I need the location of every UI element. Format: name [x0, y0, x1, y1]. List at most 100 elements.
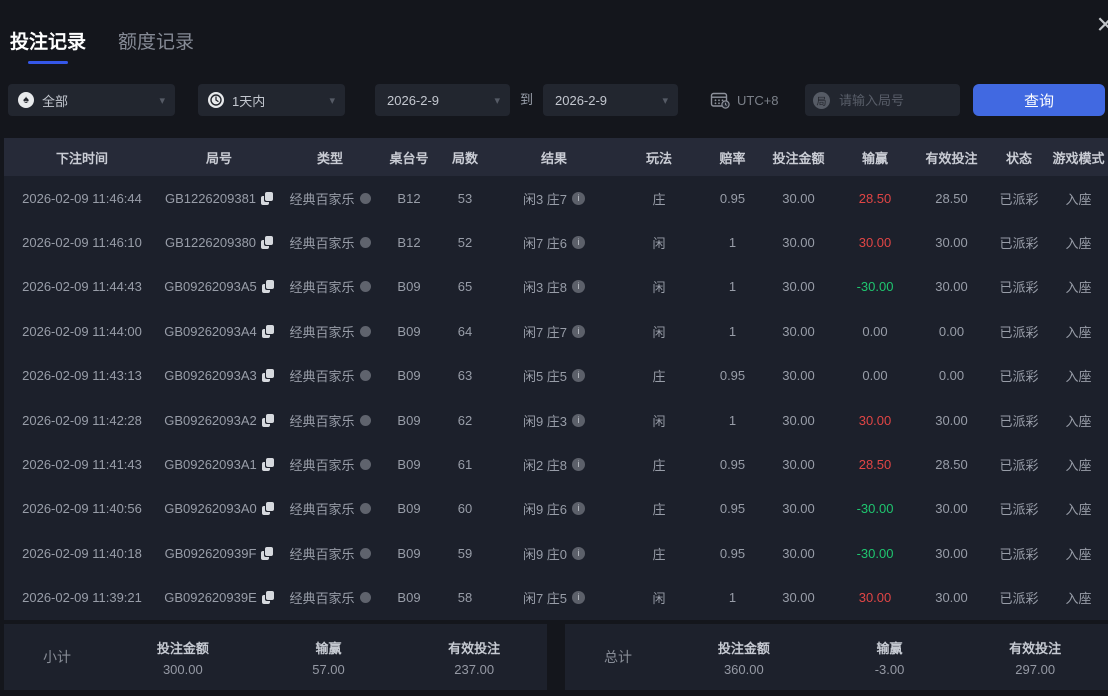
cell-odds: 0.95 — [719, 368, 746, 384]
tab-quota-records-label: 额度记录 — [118, 32, 195, 53]
copy-icon[interactable] — [261, 458, 274, 472]
cell-odds: 1 — [728, 590, 737, 606]
tab-bar: 投注记录 额度记录 — [10, 27, 194, 64]
cell-round_no: 52 — [457, 235, 473, 251]
column-header: 类型 — [316, 150, 343, 166]
info-icon[interactable]: i — [572, 369, 586, 383]
copy-icon[interactable] — [261, 280, 274, 294]
copy-icon[interactable] — [261, 236, 274, 250]
cell-valid: 28.50 — [935, 457, 968, 473]
cell-round_id: GB09262093A1 — [160, 457, 278, 472]
subtotal-box: 小计 投注金额 300.00 输赢 57.00 有效投注 237.00 — [4, 624, 547, 690]
date-from-select[interactable]: 2026-2-9 ▾ — [375, 84, 510, 116]
cell-time: 2026-02-09 11:42:28 — [22, 412, 142, 428]
cell-round_no: 58 — [457, 590, 473, 606]
game-type-dot-icon — [359, 547, 371, 559]
cell-result: 闲9 庄0 i — [494, 544, 614, 563]
info-icon[interactable]: i — [572, 236, 586, 250]
chevron-down-icon: ▾ — [494, 94, 500, 107]
cell-odds: 1 — [728, 235, 737, 251]
cell-round_no: 53 — [457, 190, 473, 206]
total-win: 输赢 -3.00 — [874, 640, 905, 677]
cell-mode: 入座 — [1065, 191, 1092, 207]
table-row: 2026-02-09 11:46:44 GB1226209381 经典百家乐 B12 5… — [4, 176, 1108, 220]
cell-type: 经典百家乐 — [278, 499, 382, 518]
query-button[interactable]: 查询 — [973, 84, 1105, 116]
cell-status: 已派彩 — [999, 591, 1039, 607]
cell-round_id: GB09262093A0 — [160, 501, 278, 516]
copy-icon[interactable] — [261, 591, 274, 605]
table-row: 2026-02-09 11:39:21 GB092620939E 经典百家乐 B09 5… — [4, 576, 1108, 620]
info-icon[interactable]: i — [572, 591, 586, 605]
table-row: 2026-02-09 11:42:28 GB09262093A2 经典百家乐 B09 6… — [4, 398, 1108, 442]
calendar-clock-icon[interactable] — [710, 91, 730, 109]
filter-bar: ♠ 全部 ▾ 1天内 ▾ 2026-2-9 ▾ 到 2026-2-9 ▾ UTC… — [0, 84, 1108, 116]
table-row: 2026-02-09 11:41:43 GB09262093A1 经典百家乐 B09 6… — [4, 442, 1108, 486]
copy-icon[interactable] — [261, 413, 274, 427]
cell-odds: 0.95 — [719, 457, 746, 473]
copy-icon[interactable] — [261, 502, 274, 516]
total-box: 总计 投注金额 360.00 输赢 -3.00 有效投注 297.00 — [565, 624, 1108, 690]
cell-table_no: B09 — [397, 412, 421, 428]
spade-icon: ♠ — [18, 92, 34, 108]
cell-bet: 30.00 — [782, 412, 815, 428]
cell-bet: 30.00 — [782, 457, 815, 473]
cell-status: 已派彩 — [999, 236, 1039, 252]
column-header: 有效投注 — [925, 150, 978, 166]
table-row: 2026-02-09 11:40:56 GB09262093A0 经典百家乐 B09 6… — [4, 487, 1108, 531]
cell-result: 闲5 庄5 i — [494, 366, 614, 385]
cell-round_id: GB1226209381 — [160, 191, 278, 206]
active-tab-underline — [28, 61, 68, 64]
copy-icon[interactable] — [261, 369, 274, 383]
game-type-dot-icon — [359, 281, 371, 293]
cell-win: 28.50 — [858, 190, 892, 206]
time-range-select[interactable]: 1天内 ▾ — [198, 84, 345, 116]
info-icon[interactable]: i — [572, 191, 586, 205]
date-to-value: 2026-2-9 — [555, 92, 608, 108]
copy-icon[interactable] — [261, 191, 274, 205]
info-icon[interactable]: i — [572, 324, 586, 338]
cell-time: 2026-02-09 11:41:43 — [22, 457, 142, 473]
category-select-value: 全部 — [42, 93, 69, 109]
date-to-select[interactable]: 2026-2-9 ▾ — [543, 84, 678, 116]
cell-mode: 入座 — [1065, 236, 1092, 252]
cell-odds: 1 — [728, 412, 737, 428]
cell-result: 闲7 庄6 i — [494, 233, 614, 252]
cell-mode: 入座 — [1065, 502, 1092, 518]
cell-result: 闲3 庄7 i — [494, 189, 614, 208]
cell-time: 2026-02-09 11:43:13 — [22, 368, 142, 384]
game-type-dot-icon — [359, 192, 371, 204]
cell-bet: 30.00 — [782, 190, 815, 206]
cell-type: 经典百家乐 — [278, 588, 382, 607]
cell-play: 闲 — [652, 280, 666, 296]
info-icon[interactable]: i — [572, 280, 586, 294]
copy-icon[interactable] — [261, 324, 274, 338]
info-icon[interactable]: i — [572, 458, 586, 472]
cell-time: 2026-02-09 11:40:18 — [22, 545, 142, 561]
table-body: 2026-02-09 11:46:44 GB1226209381 经典百家乐 B12 5… — [4, 176, 1108, 620]
cell-table_no: B09 — [397, 279, 421, 295]
cell-round_no: 63 — [457, 368, 473, 384]
cell-status: 已派彩 — [999, 324, 1039, 340]
tab-betting-records[interactable]: 投注记录 — [10, 27, 86, 64]
cell-round_no: 64 — [457, 323, 473, 339]
clock-icon — [208, 92, 224, 108]
cell-result: 闲7 庄7 i — [494, 322, 614, 341]
round-search-input[interactable] — [837, 91, 951, 109]
close-icon[interactable]: × — [1096, 10, 1108, 40]
info-icon[interactable]: i — [572, 546, 586, 560]
cell-play: 闲 — [652, 591, 666, 607]
chevron-down-icon: ▾ — [329, 94, 335, 107]
info-icon[interactable]: i — [572, 413, 586, 427]
copy-icon[interactable] — [261, 546, 274, 560]
cell-table_no: B09 — [397, 590, 421, 606]
cell-valid: 30.00 — [935, 545, 968, 561]
cell-table_no: B12 — [397, 190, 421, 206]
tab-quota-records[interactable]: 额度记录 — [118, 27, 194, 54]
cell-win: 30.00 — [858, 412, 892, 428]
info-icon[interactable]: i — [572, 502, 586, 516]
cell-round_id: GB092620939F — [160, 546, 278, 561]
cell-type: 经典百家乐 — [278, 233, 382, 252]
category-select[interactable]: ♠ 全部 ▾ — [8, 84, 175, 116]
cell-type: 经典百家乐 — [278, 322, 382, 341]
